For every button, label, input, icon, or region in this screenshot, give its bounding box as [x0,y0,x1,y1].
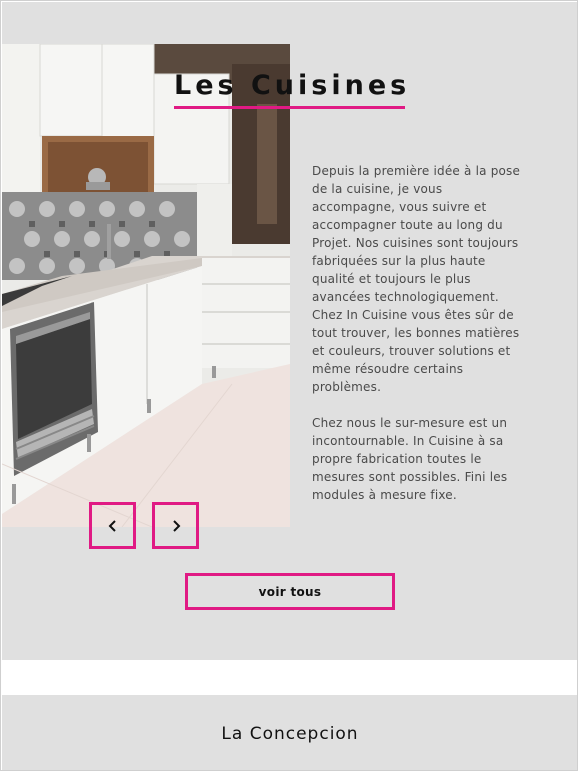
title-underline [174,106,405,109]
chevron-left-icon [108,519,116,532]
description: Depuis la première idée à la pose de la … [312,162,522,522]
carousel-next-button[interactable] [152,502,199,549]
chevron-right-icon [172,519,180,532]
description-paragraph: Chez nous le sur-mesure est un incontour… [312,416,508,502]
carousel-prev-button[interactable] [89,502,136,549]
section-divider [2,660,578,695]
kitchen-photo [2,44,290,527]
section-title: Les Cuisines [174,70,411,101]
voir-tous-button[interactable]: voir tous [185,573,395,610]
concepcion-heading: La Concepcion [221,724,359,744]
description-paragraph: Depuis la première idée à la pose de la … [312,164,521,394]
